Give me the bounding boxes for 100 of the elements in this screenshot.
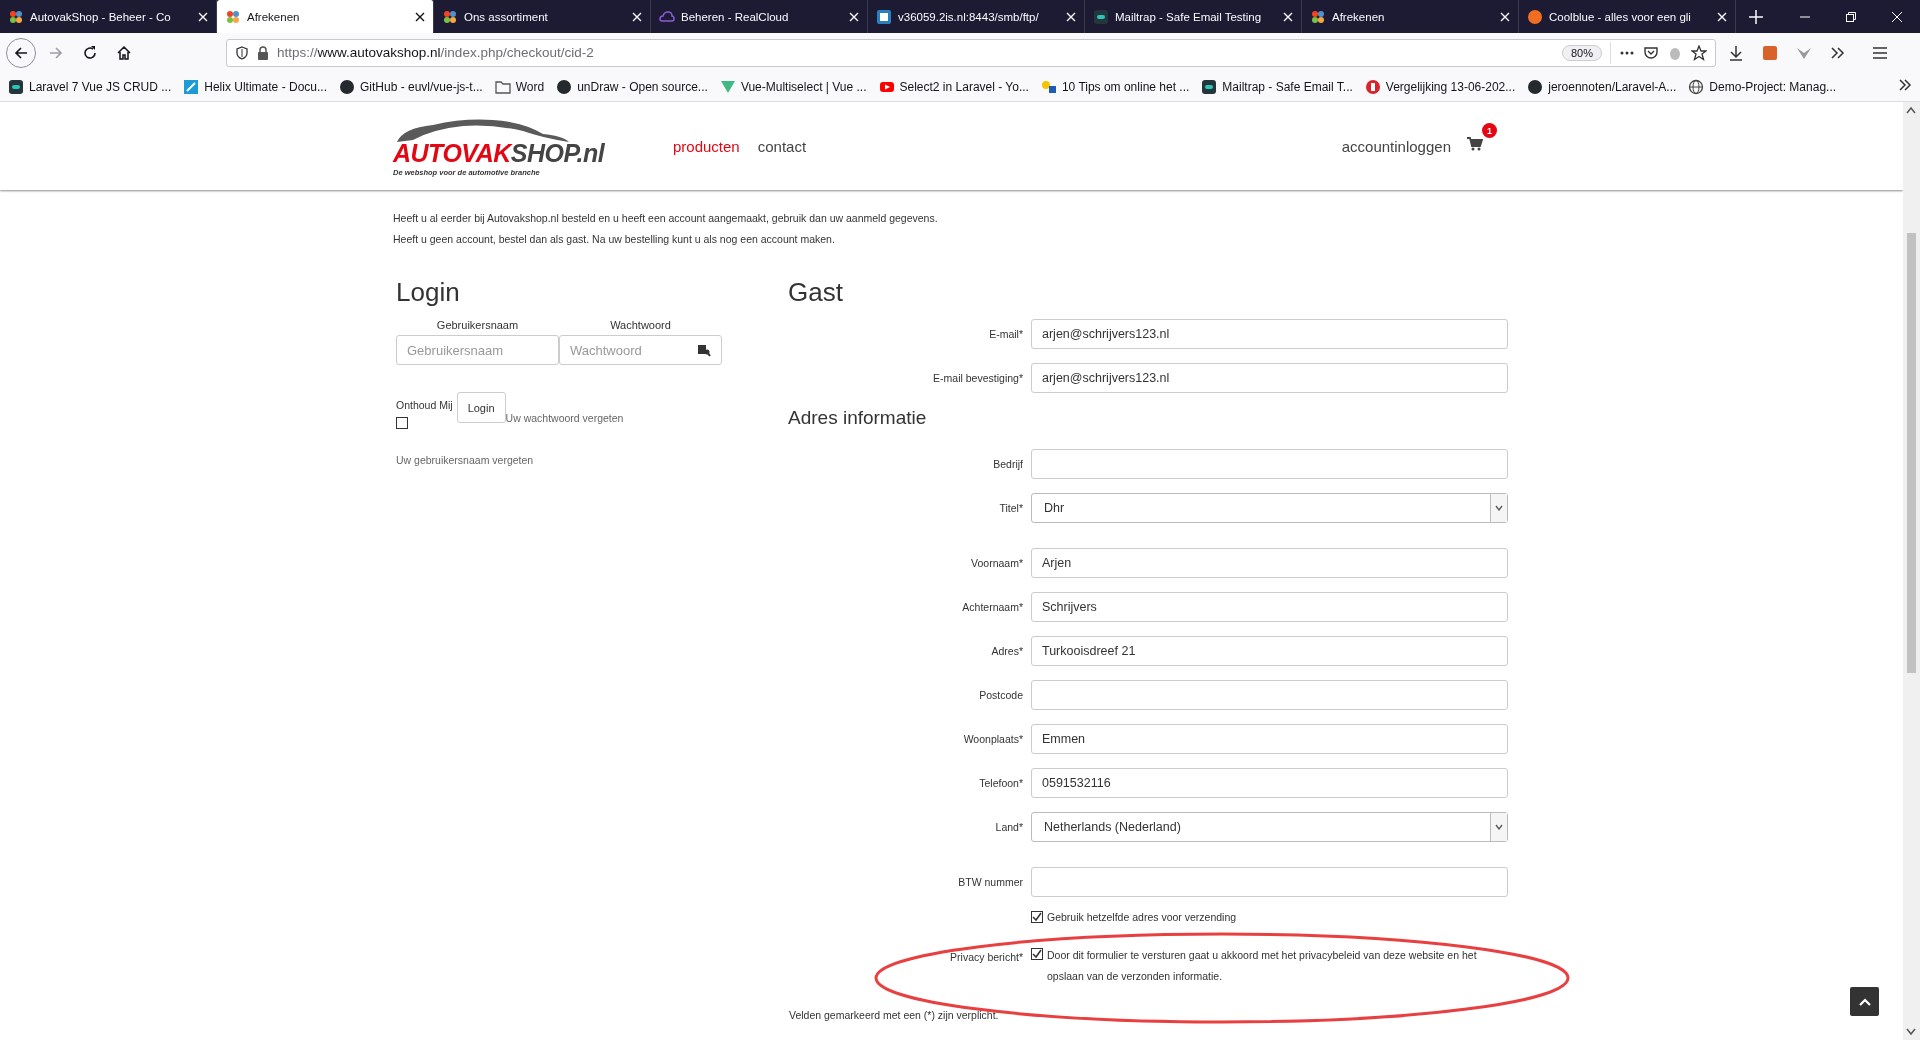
flower-icon xyxy=(1310,8,1326,25)
star-icon[interactable] xyxy=(1691,44,1707,61)
bookmark-item[interactable]: Laravel 7 Vue JS CRUD ... xyxy=(8,78,172,95)
input-field[interactable]: 0591532116 xyxy=(1031,768,1508,798)
flower-icon xyxy=(8,8,24,25)
cloud-icon xyxy=(659,8,675,25)
bookmark-item[interactable]: Select2 in Laravel - Yo... xyxy=(878,78,1029,95)
field-label: Achternaam* xyxy=(961,601,1023,613)
globe-icon xyxy=(1688,78,1705,95)
field-label: Gebruikersnaam xyxy=(436,319,519,331)
cart-count-badge: 1 xyxy=(1482,123,1497,138)
field-label: Titel* xyxy=(998,502,1023,514)
shield-icon[interactable] xyxy=(235,45,249,60)
flower-icon xyxy=(442,8,458,25)
field-label: Privacy bericht* xyxy=(949,950,1023,963)
intro-text: Heeft u al eerder bij Autovakshop.nl besteld en u heeft een account aangemaakt, gebruik dan uw aanmeld gegevens. xyxy=(393,212,939,224)
caret-icon xyxy=(1495,824,1503,830)
forgot-password-link[interactable]: Uw wachtwoord vergeten xyxy=(505,412,624,424)
checkbox[interactable] xyxy=(1031,948,1043,960)
bookmark-item[interactable]: Vue-Multiselect | Vue ... xyxy=(719,78,867,95)
checkbox-label: Onthoud Mij xyxy=(396,399,453,411)
flower-icon xyxy=(225,8,241,25)
bookmark-item[interactable]: Helix Ultimate - Docu... xyxy=(183,78,327,95)
scroll-up-icon[interactable] xyxy=(1906,106,1916,114)
bookmark-item[interactable]: Vergelijking 13-06-202... xyxy=(1364,78,1516,95)
overflow-icon[interactable] xyxy=(1830,44,1846,61)
back-to-top-button[interactable] xyxy=(1850,987,1879,1016)
field-label: Bedrijf xyxy=(992,458,1023,470)
bookmark-item[interactable]: Word xyxy=(494,78,545,95)
field-label: Land* xyxy=(994,821,1023,833)
nav-link[interactable]: producten xyxy=(673,137,740,155)
field-label: Postcode xyxy=(978,689,1023,701)
shapes-icon xyxy=(1040,78,1057,95)
scrollbar-thumb[interactable] xyxy=(1907,233,1916,673)
extension-icon[interactable] xyxy=(1762,44,1778,61)
login-button[interactable]: Login xyxy=(456,392,506,423)
input-field[interactable]: Emmen xyxy=(1031,724,1508,754)
app-icon xyxy=(8,78,24,95)
forgot-username-link[interactable]: Uw gebruikersnaam vergeten xyxy=(396,454,788,466)
field-label: Voornaam* xyxy=(970,557,1023,569)
reload-icon[interactable] xyxy=(82,44,98,61)
bookmark-item[interactable]: unDraw - Open source... xyxy=(556,78,708,95)
checkmark-icon xyxy=(1032,949,1042,959)
bookmark-item[interactable]: jeroennoten/Laravel-A... xyxy=(1527,78,1677,95)
checkmark-icon xyxy=(1032,912,1042,922)
field-label: E-mail bevestiging* xyxy=(932,372,1023,384)
folder-icon xyxy=(494,78,511,95)
browser-tab[interactable]: Afrekenen xyxy=(217,0,434,33)
input-field[interactable]: Arjen xyxy=(1031,548,1508,578)
app-icon xyxy=(1201,78,1218,95)
square-icon xyxy=(183,78,200,95)
field-label: E-mail* xyxy=(988,328,1023,340)
section-title: Login xyxy=(396,279,461,305)
field-label: Telefoon* xyxy=(978,777,1023,789)
circle-icon xyxy=(556,78,573,95)
scroll-down-icon[interactable] xyxy=(1906,1028,1916,1036)
select-field[interactable]: Netherlands (Nederland) xyxy=(1031,812,1508,842)
restore-icon[interactable] xyxy=(1846,11,1856,22)
bookmark-item[interactable]: Mailtrap - Safe Email T... xyxy=(1201,78,1353,95)
section-subtitle: Adres informatie xyxy=(788,407,928,429)
circle-icon xyxy=(1364,78,1381,95)
input-field[interactable]: arjen@schrijvers123.nl xyxy=(1031,363,1508,393)
pocket-icon[interactable] xyxy=(1643,44,1659,61)
checkbox[interactable] xyxy=(396,417,408,429)
input-field[interactable]: Schrijvers xyxy=(1031,592,1508,622)
zoom-badge[interactable]: 80% xyxy=(1561,44,1602,61)
input-field[interactable] xyxy=(1031,680,1508,710)
bookmark-item[interactable]: 10 Tips om online het ... xyxy=(1040,78,1190,95)
circle-icon xyxy=(1527,8,1543,25)
checkbox-label: Door dit formulier te versturen gaat u akkoord met het privacybeleid van deze website en het opslaan van de verzonden informatie. xyxy=(1047,948,1478,984)
circle-icon xyxy=(339,78,355,95)
menu-icon[interactable] xyxy=(1872,44,1888,61)
logo-wordmark: AUTOVAKSHOP.nl xyxy=(393,137,606,168)
account-link[interactable]: accountinloggen xyxy=(1341,137,1451,155)
url-text[interactable]: https://www.autovakshop.nl/index.php/checkout/cid-2 xyxy=(277,45,1554,60)
select-field[interactable]: Dhr xyxy=(1031,493,1508,523)
field-label: BTW nummer xyxy=(957,876,1023,888)
overflow-icon[interactable] xyxy=(1898,77,1912,92)
key-icon[interactable] xyxy=(697,343,711,357)
chevron-up-icon xyxy=(1858,997,1871,1006)
app-icon xyxy=(1093,8,1109,25)
cart-icon[interactable] xyxy=(1467,137,1483,151)
input-field[interactable]: Turkooisdreef 21 xyxy=(1031,636,1508,666)
bookmark-item[interactable]: Demo-Project: Manag... xyxy=(1688,78,1837,95)
lock-icon[interactable] xyxy=(257,45,269,60)
input-field[interactable] xyxy=(1031,867,1508,897)
back-icon xyxy=(13,44,29,61)
input-field[interactable] xyxy=(1031,449,1508,479)
close-icon[interactable] xyxy=(415,11,425,22)
download-icon[interactable] xyxy=(1728,44,1744,61)
input-field[interactable]: arjen@schrijvers123.nl xyxy=(1031,319,1508,349)
intro-text: Heeft u geen account, bestel dan als gast. Na uw bestelling kunt u als nog een account maken. xyxy=(393,233,836,245)
bookmark-item[interactable]: GitHub - euvl/vue-js-t... xyxy=(339,78,483,95)
checkbox[interactable] xyxy=(1031,911,1043,923)
plus-icon[interactable] xyxy=(1749,9,1763,24)
circle-icon xyxy=(1527,78,1544,95)
nav-link[interactable]: contact xyxy=(757,137,807,155)
home-icon[interactable] xyxy=(116,44,132,61)
required-note: Velden gemarkeerd met een (*) zijn verplicht. xyxy=(789,1009,1000,1021)
page-icon xyxy=(876,8,892,25)
